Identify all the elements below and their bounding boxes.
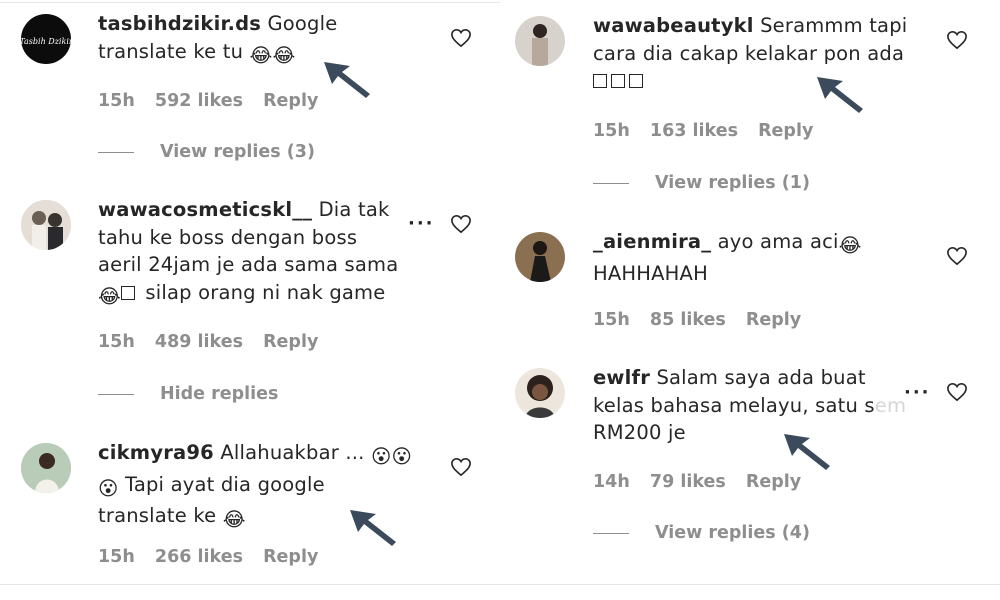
comment-body: Allahuakbar ...	[220, 441, 365, 464]
svg-text:Tasbih Dzikir: Tasbih Dzikir	[21, 37, 71, 46]
crying-laughing-emoji-icon: 😂😂	[249, 43, 296, 67]
avatar[interactable]	[21, 200, 71, 250]
left-comment-column: Tasbih Dzikir tasbihdzikir.ds Google tra…	[0, 0, 500, 600]
comment-likes[interactable]: 266 likes	[155, 547, 243, 567]
avatar-photo-icon	[515, 16, 565, 66]
avatar[interactable]	[515, 368, 565, 418]
crying-laughing-emoji-icon: 😂	[98, 284, 121, 308]
comment-body: HAHHAHAH	[593, 261, 708, 285]
comment-username[interactable]: _aienmira_	[593, 230, 711, 253]
view-replies-label: View replies (3)	[160, 142, 315, 162]
reply-link[interactable]: Reply	[746, 472, 801, 492]
comment-body: translate ke	[98, 504, 217, 527]
view-replies-label: View replies (1)	[655, 173, 810, 193]
reply-link[interactable]: Reply	[746, 310, 801, 330]
heart-icon[interactable]	[946, 382, 968, 402]
view-replies-button[interactable]: View replies (1)	[593, 173, 810, 193]
heart-icon[interactable]	[450, 457, 472, 477]
comment-username[interactable]: wawacosmeticskl__	[98, 198, 312, 221]
comment-text: ewlfr Salam saya ada buat kelas bahasa m…	[593, 364, 953, 447]
avatar-logo-icon: Tasbih Dzikir	[21, 37, 71, 46]
heart-icon[interactable]	[946, 246, 968, 266]
missing-glyph-icon	[593, 74, 607, 88]
view-replies-button[interactable]: View replies (4)	[593, 523, 810, 543]
comment-time: 15h	[98, 332, 135, 352]
missing-glyph-icon	[121, 285, 135, 300]
arrow-pointer-icon	[350, 510, 396, 546]
comment-body: Serammm tapi	[760, 14, 908, 37]
comment-meta: 15h 489 likes Reply	[98, 332, 332, 352]
comment-likes[interactable]: 85 likes	[650, 310, 726, 330]
comment-time: 14h	[593, 472, 630, 492]
view-replies-label: View replies (4)	[655, 523, 810, 543]
comment-meta: 15h 266 likes Reply	[98, 547, 332, 567]
more-options-icon[interactable]: ···	[904, 382, 931, 403]
comment-body: Salam saya ada buat	[656, 366, 866, 389]
comment-meta: 15h 85 likes Reply	[593, 310, 815, 330]
comment-time: 15h	[593, 121, 630, 141]
comment-body: Dia tak	[318, 198, 390, 221]
comment-text: wawabeautykl Serammm tapi cara dia cakap…	[593, 12, 953, 95]
arrow-pointer-icon	[817, 77, 863, 113]
missing-glyph-icon	[629, 74, 643, 88]
more-options-icon[interactable]: ···	[408, 213, 435, 234]
hide-replies-button[interactable]: Hide replies	[98, 384, 278, 404]
avatar[interactable]: Tasbih Dzikir	[21, 14, 71, 64]
avatar-photo-icon	[21, 443, 71, 493]
comment-body: cara dia cakap kelakar pon ada	[593, 41, 905, 65]
comment-meta: 14h 79 likes Reply	[593, 472, 815, 492]
avatar-photo-icon	[21, 200, 71, 250]
comment-body: silap orang ni nak game	[145, 280, 386, 304]
arrow-pointer-icon	[784, 434, 830, 470]
avatar-photo-icon	[515, 232, 565, 282]
surprised-face-emoji-icon: 😮	[98, 476, 119, 500]
comment-username[interactable]: wawabeautykl	[593, 14, 754, 37]
avatar[interactable]	[515, 232, 565, 282]
avatar[interactable]	[21, 443, 71, 493]
reply-link[interactable]: Reply	[263, 547, 318, 567]
heart-icon[interactable]	[946, 30, 968, 50]
missing-glyph-icon	[611, 74, 625, 88]
heart-icon[interactable]	[450, 28, 472, 48]
reply-dash	[98, 393, 134, 395]
comment-time: 15h	[98, 91, 135, 111]
comment-body: aeril 24jam je ada sama sama	[98, 253, 399, 276]
comment-body-truncated: em	[874, 393, 907, 417]
avatar[interactable]	[515, 16, 565, 66]
reply-link[interactable]: Reply	[263, 91, 318, 111]
comment-body: kelas bahasa melayu, satu s	[593, 393, 875, 417]
arrow-pointer-icon	[324, 62, 370, 98]
comment-likes[interactable]: 592 likes	[155, 91, 243, 111]
comment-text: wawacosmeticskl__ Dia tak tahu ke boss d…	[98, 196, 418, 310]
comment-text: _aienmira_ ayo ama aci😂 HAHHAHAH	[593, 228, 953, 287]
crying-laughing-emoji-icon: 😂	[222, 508, 246, 531]
comment-body: tahu ke boss dengan boss	[98, 225, 358, 249]
avatar-photo-icon	[515, 368, 565, 418]
crying-laughing-emoji-icon: 😂	[838, 234, 862, 257]
comment-likes[interactable]: 79 likes	[650, 472, 726, 492]
comment-meta: 15h 592 likes Reply	[98, 91, 332, 111]
comment-username[interactable]: tasbihdzikir.ds	[98, 12, 261, 35]
comment-time: 15h	[593, 310, 630, 330]
right-comment-column: wawabeautykl Serammm tapi cara dia cakap…	[505, 0, 1000, 600]
comment-body: Tapi ayat dia google	[124, 472, 325, 496]
surprised-face-emoji-icon: 😮😮	[371, 445, 413, 468]
reply-link[interactable]: Reply	[263, 332, 318, 352]
comment-likes[interactable]: 489 likes	[155, 332, 243, 352]
reply-dash	[593, 182, 629, 184]
comment-username[interactable]: cikmyra96	[98, 441, 214, 464]
view-replies-button[interactable]: View replies (3)	[98, 142, 315, 162]
comment-username[interactable]: ewlfr	[593, 366, 650, 389]
comment-meta: 15h 163 likes Reply	[593, 121, 827, 141]
comment-time: 15h	[98, 547, 135, 567]
reply-link[interactable]: Reply	[758, 121, 813, 141]
heart-icon[interactable]	[450, 214, 472, 234]
comment-likes[interactable]: 163 likes	[650, 121, 738, 141]
hide-replies-label: Hide replies	[160, 384, 279, 404]
reply-dash	[593, 532, 629, 534]
reply-dash	[98, 151, 134, 153]
comment-body: RM200 je	[593, 421, 686, 444]
comment-body: ayo ama aci	[717, 230, 839, 253]
